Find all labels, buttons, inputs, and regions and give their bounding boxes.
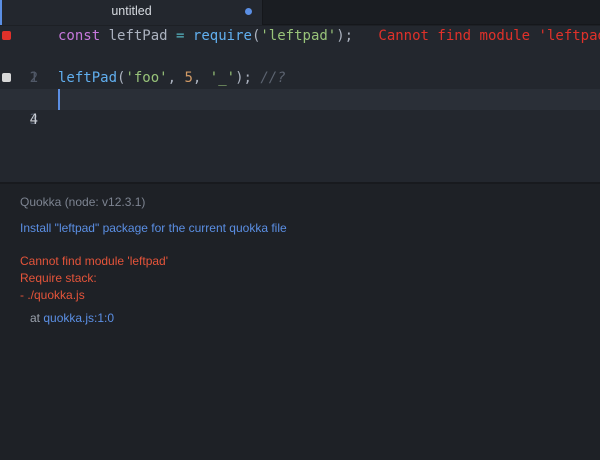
tab-untitled[interactable]: untitled xyxy=(0,0,263,25)
inline-error-message: Cannot find module 'leftpad' xyxy=(378,28,600,44)
tab-title: untitled xyxy=(111,4,152,18)
code-text: leftPad('foo', 5, '_'); //? xyxy=(58,68,286,89)
string-token: 'leftpad' xyxy=(260,28,337,44)
text-cursor xyxy=(58,89,60,110)
stack-location-link[interactable]: quokka.js:1:0 xyxy=(43,311,114,325)
tab-bar: untitled xyxy=(0,0,600,25)
value-marker-icon[interactable] xyxy=(2,73,11,82)
string-token: '_' xyxy=(209,70,236,86)
identifier-token: leftPad xyxy=(108,28,168,44)
error-stack-entry: - ./quokka.js xyxy=(20,288,85,302)
code-line-1[interactable]: 1 const leftPad = require('leftpad'); Ca… xyxy=(0,26,600,86)
output-header: Quokka (node: v12.3.1) xyxy=(20,195,146,209)
keyword-token: const xyxy=(58,28,101,44)
error-message: Cannot find module 'leftpad' xyxy=(20,254,169,268)
code-text: const leftPad = require('leftpad'); Cann… xyxy=(58,26,600,47)
function-token: require xyxy=(192,28,252,44)
comment-token: //? xyxy=(260,70,286,86)
operator-token: = xyxy=(176,28,185,44)
code-line-4[interactable]: 4 xyxy=(0,89,600,128)
punctuation-token: ); xyxy=(235,70,261,86)
punctuation-token: , xyxy=(167,70,185,86)
code-line-3[interactable]: 3 leftPad('foo', 5, '_'); //? xyxy=(0,68,600,128)
quokka-output-panel: Quokka (node: v12.3.1) Install "leftpad"… xyxy=(0,184,600,460)
code-editor[interactable]: 1 const leftPad = require('leftpad'); Ca… xyxy=(0,26,600,182)
function-token: leftPad xyxy=(58,70,118,86)
number-token: 5 xyxy=(184,70,193,86)
install-package-link[interactable]: Install "leftpad" package for the curren… xyxy=(20,221,287,235)
string-token: 'foo' xyxy=(125,70,168,86)
punctuation-token: , xyxy=(192,70,210,86)
line-number: 4 xyxy=(29,112,38,128)
error-marker-icon[interactable] xyxy=(2,31,11,40)
punctuation-token: ); xyxy=(336,28,354,44)
code-line-2[interactable]: 2 xyxy=(0,47,600,86)
stack-at-label: at xyxy=(30,311,44,325)
stack-trace-line: at quokka.js:1:0 xyxy=(30,311,114,325)
error-require-stack: Require stack: xyxy=(20,271,97,285)
modified-dot-icon[interactable] xyxy=(245,8,252,15)
